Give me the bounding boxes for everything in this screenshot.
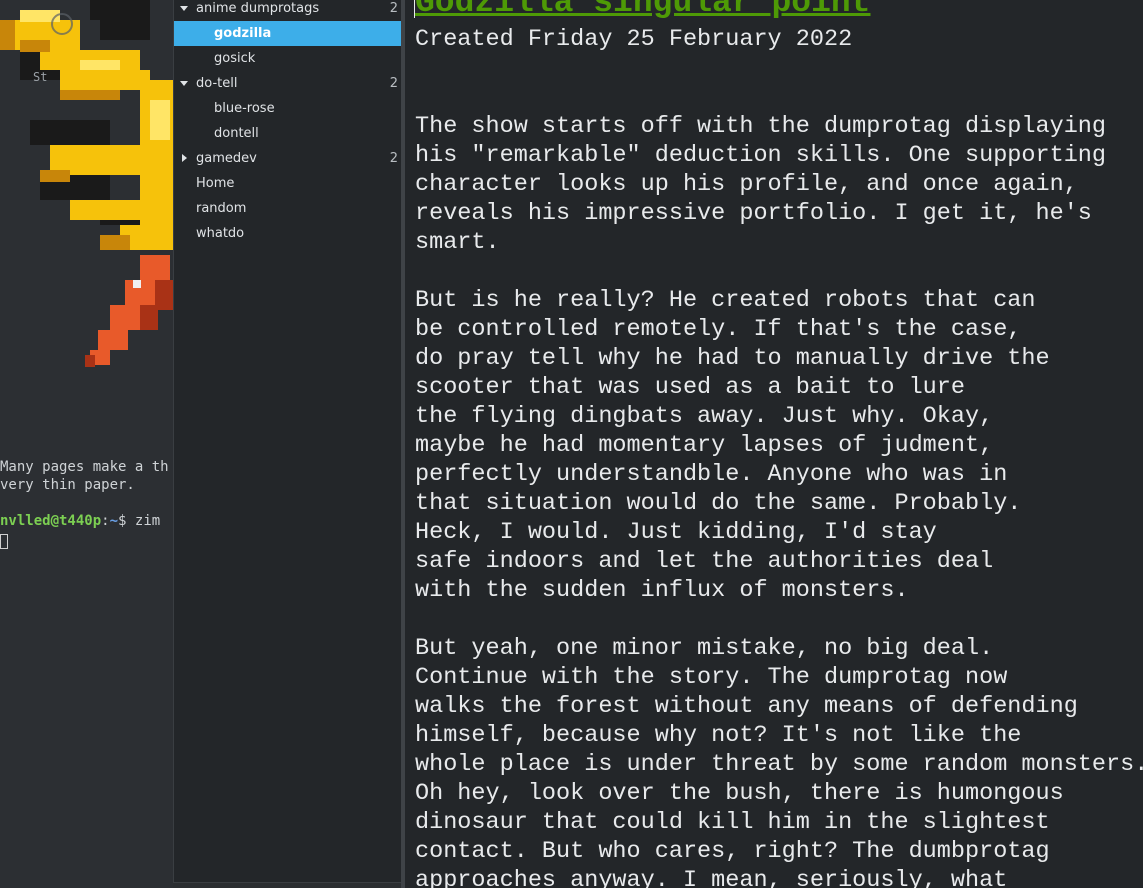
prompt-symbol: $ xyxy=(118,513,127,529)
tree-item-label: gamedev xyxy=(196,151,257,166)
tree-item-random[interactable]: random xyxy=(174,196,402,221)
body-line: with the sudden influx of monsters. xyxy=(415,577,909,604)
body-line: But is he really? He created robots that… xyxy=(415,287,1036,314)
body-line: reveals his impressive portfolio. I get … xyxy=(415,200,1092,227)
body-line xyxy=(415,605,1143,634)
tree-item-do-tell[interactable]: do-tell 2 xyxy=(174,71,402,96)
tree-item-count: 2 xyxy=(389,151,398,166)
desktop-icon-label: St xyxy=(33,70,48,84)
body-line: scooter that was used as a bait to lure xyxy=(415,374,965,401)
body-line: the flying dingbats away. Just why. Okay… xyxy=(415,403,994,430)
terminal-output-line: Many pages make a th xyxy=(0,459,169,475)
pixel-art-bird-image xyxy=(0,0,173,367)
tree-item-dontell[interactable]: dontell xyxy=(174,121,402,146)
tree-item-label: random xyxy=(196,201,247,216)
tree-item-gosick[interactable]: gosick xyxy=(174,46,402,71)
tree-item-label: dontell xyxy=(214,126,259,141)
page-index-tree[interactable]: anime dumprotags 2 godzilla gosick do-te… xyxy=(173,0,403,883)
prompt-path: ~ xyxy=(109,513,119,529)
tree-item-label: whatdo xyxy=(196,226,245,241)
tree-item-blue-rose[interactable]: blue-rose xyxy=(174,96,402,121)
collapse-arrow-icon[interactable] xyxy=(182,154,187,162)
body-line: smart. xyxy=(415,229,500,256)
page-body[interactable]: Created Friday 25 February 2022 The show… xyxy=(415,0,1143,888)
prompt-user: nvlled@t440p xyxy=(0,513,102,529)
tree-item-label: do-tell xyxy=(196,76,238,91)
body-line xyxy=(415,54,1143,83)
body-line: do pray tell why he had to manually driv… xyxy=(415,345,1050,372)
tree-item-gamedev[interactable]: gamedev 2 xyxy=(174,146,402,171)
terminal-cursor xyxy=(0,534,8,549)
body-line: contact. But who cares, right? The dumbp… xyxy=(415,838,1050,865)
terminal-window[interactable]: St Many pages make a th very thin paper.… xyxy=(0,0,173,888)
body-line: his "remarkable" deduction skills. One s… xyxy=(415,142,1107,169)
body-line: Heck, I would. Just kidding, I'd stay xyxy=(415,519,937,546)
page-editor[interactable]: Godzilla singular point Created Friday 2… xyxy=(405,0,1143,888)
tree-item-label: gosick xyxy=(214,51,256,66)
tree-item-godzilla[interactable]: godzilla xyxy=(174,21,402,46)
body-line: The show starts off with the dumprotag d… xyxy=(415,113,1107,140)
expand-arrow-icon[interactable] xyxy=(180,6,188,11)
tree-item-label: Home xyxy=(196,176,235,191)
body-line: perfectly understandble. Anyone who was … xyxy=(415,461,1008,488)
tree-item-label: godzilla xyxy=(214,26,272,41)
tree-item-count: 2 xyxy=(389,76,398,91)
tree-item-label: blue-rose xyxy=(214,101,275,116)
terminal-prompt: nvlled@t440p:~$ zim xyxy=(0,513,160,529)
body-line: maybe he had momentary lapses of judment… xyxy=(415,432,994,459)
body-line: walks the forest without any means of de… xyxy=(415,693,1078,720)
body-line: that situation would do the same. Probab… xyxy=(415,490,1022,517)
body-line xyxy=(415,257,1143,286)
body-line: Continue with the story. The dumprotag n… xyxy=(415,664,1008,691)
created-date: Created Friday 25 February 2022 xyxy=(415,26,853,53)
prompt-separator: : xyxy=(101,513,110,529)
body-line: whole place is under threat by some rand… xyxy=(415,751,1143,778)
body-text: The show starts off with the dumprotag d… xyxy=(415,54,1143,888)
tree-item-anime-dumprotags[interactable]: anime dumprotags 2 xyxy=(174,0,402,21)
body-line: character looks up his profile, and once… xyxy=(415,171,1078,198)
terminal-output-line: very thin paper. xyxy=(0,477,135,493)
page-heading[interactable]: Godzilla singular point xyxy=(415,0,870,20)
tree-item-count: 2 xyxy=(389,1,398,16)
body-line: dinosaur that could kill him in the slig… xyxy=(415,809,1050,836)
body-line: approaches anyway. I mean, seriously, wh… xyxy=(415,867,1008,888)
body-line: But yeah, one minor mistake, no big deal… xyxy=(415,635,994,662)
body-line: Oh hey, look over the bush, there is hum… xyxy=(415,780,1064,807)
tree-item-whatdo[interactable]: whatdo xyxy=(174,221,402,246)
body-line xyxy=(415,83,1143,112)
body-line: be controlled remotely. If that's the ca… xyxy=(415,316,1022,343)
tree-item-home[interactable]: Home xyxy=(174,171,402,196)
prompt-command: zim xyxy=(134,513,161,529)
body-line: safe indoors and let the authorities dea… xyxy=(415,548,994,575)
body-line: himself, because why not? It's not like … xyxy=(415,722,1022,749)
expand-arrow-icon[interactable] xyxy=(180,81,188,86)
tree-item-label: anime dumprotags xyxy=(196,1,320,16)
